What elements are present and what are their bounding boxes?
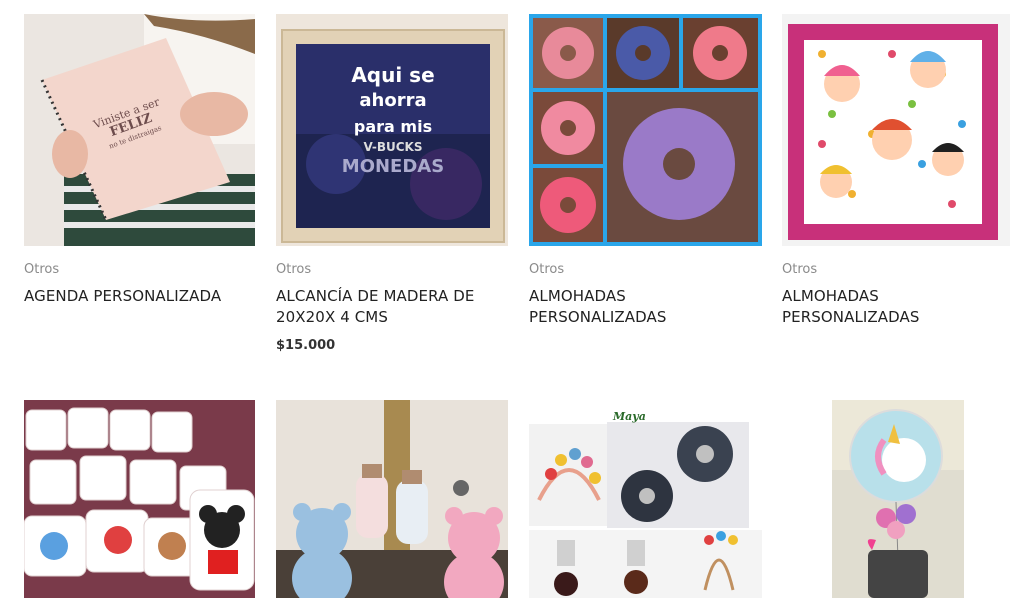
product-image[interactable] [832, 400, 964, 598]
product-image[interactable] [24, 400, 255, 598]
product-title[interactable]: ALCANCÍA DE MADERA DE 20X20X 4 CMS [276, 286, 486, 328]
product-category: Otros [276, 262, 312, 277]
brand-logo: Maya [613, 410, 646, 423]
unicorn-balloon-photo [832, 400, 964, 598]
product-image[interactable]: Aqui se ahorra para mis V-BUCKS MONEDAS [276, 14, 508, 246]
hair-accessories-photo [529, 400, 762, 598]
piggy-bank-text: Aqui se ahorra para mis V-BUCKS MONEDAS [296, 62, 490, 180]
product-title[interactable]: ALMOHADAS PERSONALIZADAS [529, 286, 709, 328]
product-image[interactable]: Maya [529, 400, 762, 598]
box-line: V-BUCKS [363, 140, 423, 154]
box-line: Aqui se [351, 63, 435, 87]
product-image[interactable]: Viniste a ser FELIZ no te distraigas [24, 14, 255, 246]
product-image[interactable] [782, 14, 1010, 246]
product-title[interactable]: ALMOHADAS PERSONALIZADAS [782, 286, 962, 328]
product-title[interactable]: AGENDA PERSONALIZADA [24, 286, 256, 307]
product-image[interactable] [529, 14, 762, 246]
crochet-bears-photo [276, 400, 508, 598]
box-line: para mis [353, 117, 433, 136]
product-category: Otros [24, 262, 60, 277]
product-price: $15.000 [276, 338, 336, 353]
product-category: Otros [782, 262, 818, 277]
lol-pillow-photo [782, 14, 1010, 246]
character-pillows-photo [24, 400, 255, 598]
product-image[interactable] [276, 400, 508, 598]
donut-pillows-photo [529, 14, 762, 246]
product-category: Otros [529, 262, 565, 277]
box-line: MONEDAS [341, 156, 445, 177]
box-line: ahorra [359, 90, 427, 111]
